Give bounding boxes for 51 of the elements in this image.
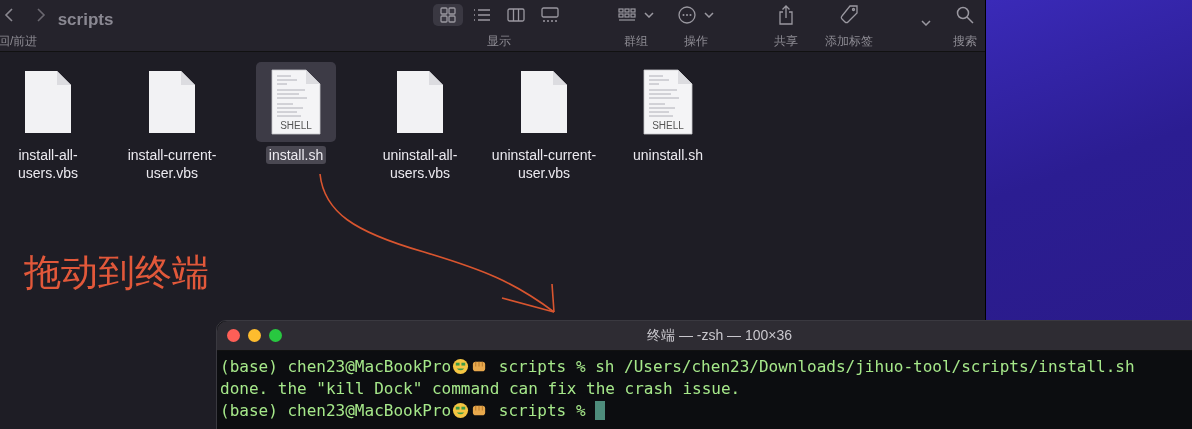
- output-text: done. the "kill Dock" command can fix the crash issue.: [220, 378, 741, 398]
- search-icon[interactable]: [956, 6, 975, 24]
- prompt-text: scripts %: [497, 356, 586, 376]
- folder-title: scripts: [57, 10, 115, 30]
- toolbar-label: 共享: [773, 33, 798, 50]
- close-button[interactable]: [227, 329, 240, 342]
- money-face-icon: [452, 357, 470, 375]
- file-name[interactable]: uninstall-all-users.vbs: [361, 146, 479, 182]
- document-icon: [519, 69, 569, 135]
- prompt-text: (base) chen23@MacBookPro: [220, 400, 452, 420]
- document-icon: [147, 69, 197, 135]
- file-type-label: SHELL: [279, 120, 313, 131]
- file-name[interactable]: uninstall.sh: [629, 146, 706, 164]
- file-name[interactable]: install.sh: [265, 146, 327, 164]
- toolbar-label: 搜索: [953, 33, 978, 50]
- prompt-text: scripts %: [497, 400, 586, 420]
- annotation-text: 拖动到终端: [24, 252, 209, 293]
- window-title: 终端 — -zsh — 100×36: [647, 326, 793, 345]
- toolbar-label: 操作: [684, 33, 709, 50]
- document-icon: [395, 69, 445, 135]
- columns-icon: [506, 8, 525, 22]
- file-name[interactable]: install-current-user.vbs: [113, 146, 231, 182]
- chevron-down-icon[interactable]: [644, 12, 655, 18]
- toolbar-label: 添加标签: [824, 33, 873, 50]
- file-thumbnail[interactable]: SHELL: [628, 62, 708, 142]
- file-name[interactable]: install-all-users.vbs: [0, 146, 107, 182]
- toolbar-label: 显示: [486, 33, 511, 50]
- prompt-text: (base) chen23@MacBookPro: [220, 356, 452, 376]
- script-document-icon: [642, 68, 694, 136]
- list-icon: [472, 8, 491, 22]
- view-button[interactable]: [432, 4, 463, 26]
- grid-icon: [439, 7, 456, 23]
- chevron-down-icon[interactable]: [921, 20, 932, 26]
- file-thumbnail[interactable]: SHELL: [256, 62, 336, 142]
- chevron-down-icon[interactable]: [704, 12, 715, 18]
- share-icon[interactable]: [777, 5, 794, 25]
- script-document-icon: [270, 68, 322, 136]
- more-circle-icon[interactable]: [678, 6, 697, 24]
- forward-icon[interactable]: [36, 7, 46, 23]
- zoom-button[interactable]: [269, 329, 282, 342]
- minimize-button[interactable]: [248, 329, 261, 342]
- gallery-icon: [540, 7, 559, 23]
- back-icon[interactable]: [4, 7, 14, 23]
- toolbar-label: 群组: [624, 33, 649, 50]
- money-face-icon: [452, 401, 470, 419]
- group-icon[interactable]: [618, 8, 637, 22]
- command-text: sh /Users/chen23/Downloads/jihuo-tool/scripts/install.sh: [594, 356, 1135, 376]
- file-name[interactable]: uninstall-current-user.vbs: [485, 146, 603, 182]
- document-icon: [23, 69, 73, 135]
- tag-icon[interactable]: [838, 5, 859, 25]
- file-type-label: SHELL: [651, 120, 685, 131]
